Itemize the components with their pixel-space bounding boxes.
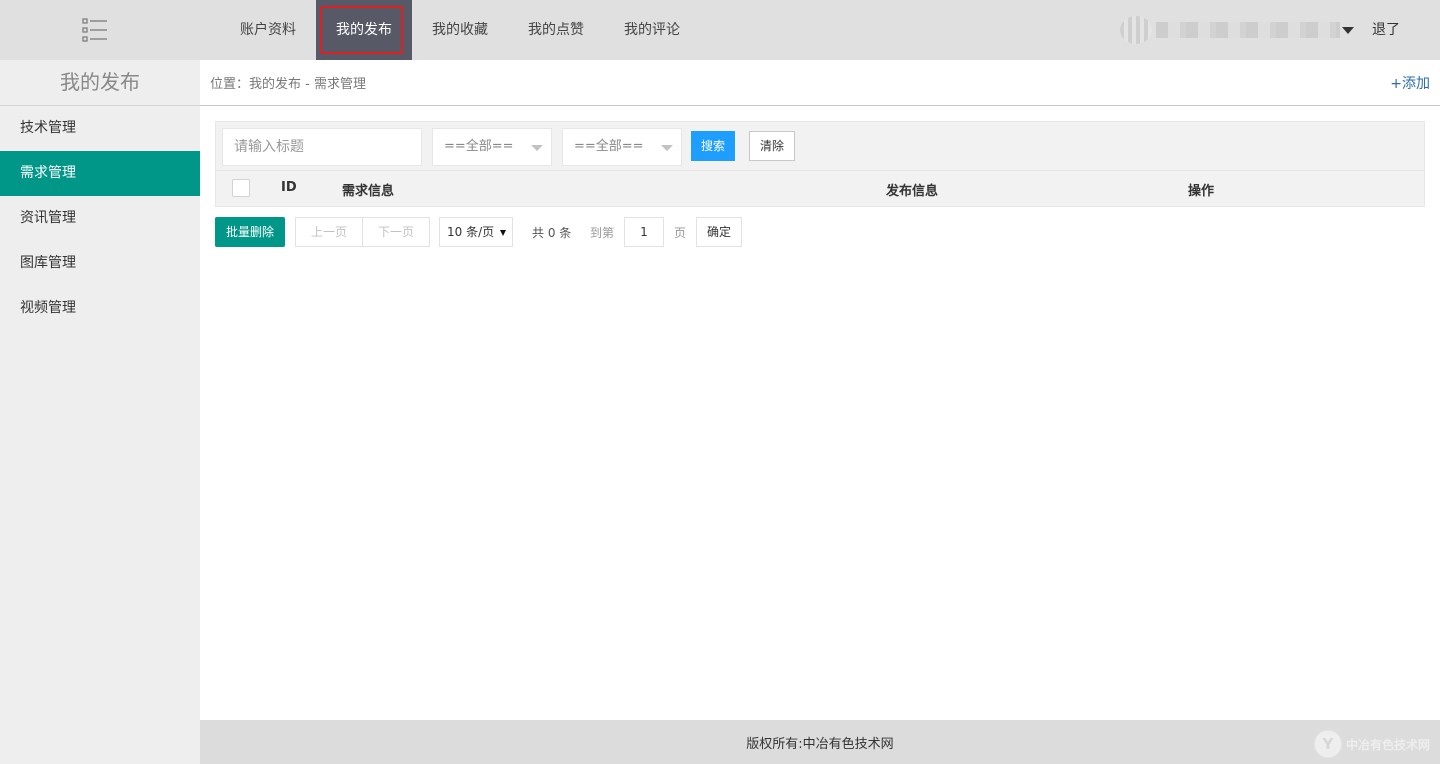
sidebar-item-video[interactable]: 视频管理 bbox=[0, 286, 200, 331]
copyright-text: 版权所有:中冶有色技术网 bbox=[746, 737, 894, 752]
table-header: ID 需求信息 发布信息 操作 bbox=[216, 170, 1424, 206]
batch-delete-button[interactable]: 批量删除 bbox=[215, 217, 285, 247]
menu-list-icon[interactable] bbox=[82, 17, 108, 43]
select-2-value: ==全部== bbox=[574, 139, 644, 154]
nav-my-posts[interactable]: 我的发布 bbox=[316, 0, 412, 60]
select-1-value: ==全部== bbox=[444, 139, 514, 154]
sidebar-item-news[interactable]: 资讯管理 bbox=[0, 196, 200, 241]
logout-link[interactable]: 退了 bbox=[1372, 20, 1400, 40]
watermark-text: 中冶有色技术网 bbox=[1345, 737, 1430, 752]
sidebar-title: 我的发布 bbox=[0, 60, 200, 106]
top-bar: 账户资料 我的发布 我的收藏 我的点赞 我的评论 退了 bbox=[0, 0, 1440, 60]
nav-account-profile[interactable]: 账户资料 bbox=[220, 0, 316, 60]
add-button[interactable]: +添加 bbox=[1390, 73, 1430, 93]
category-select-1[interactable]: ==全部== bbox=[432, 128, 552, 166]
confirm-page-button[interactable]: 确定 bbox=[696, 217, 742, 247]
watermark-logo-icon: Y bbox=[1313, 730, 1342, 758]
next-page-button[interactable]: 下一页 bbox=[362, 217, 430, 247]
goto-label: 到第 bbox=[590, 226, 615, 240]
page-size-value: 10 条/页 bbox=[447, 225, 495, 239]
username-blurred bbox=[1156, 22, 1340, 38]
column-actions: 操作 bbox=[1188, 184, 1215, 199]
caret-down-icon bbox=[500, 230, 506, 236]
dropdown-arrow-icon bbox=[531, 145, 543, 151]
nav-my-comments[interactable]: 我的评论 bbox=[604, 0, 700, 60]
pagination-bar: 批量删除 上一页 下一页 10 条/页 共 0 条 到第 1 页 确定 bbox=[215, 217, 815, 247]
column-id: ID bbox=[281, 180, 297, 195]
page-size-select[interactable]: 10 条/页 bbox=[439, 217, 513, 247]
sidebar-item-demand[interactable]: 需求管理 bbox=[0, 151, 200, 196]
watermark: Y 中冶有色技术网 bbox=[1313, 730, 1430, 758]
filter-table-panel: ==全部== ==全部== 搜索 清除 ID 需求信息 发布信息 操作 bbox=[215, 121, 1425, 207]
sidebar: 我的发布 技术管理 需求管理 资讯管理 图库管理 视频管理 bbox=[0, 60, 200, 764]
highlight-box bbox=[320, 6, 403, 54]
top-nav: 账户资料 我的发布 我的收藏 我的点赞 我的评论 bbox=[220, 0, 700, 60]
filter-row: ==全部== ==全部== 搜索 清除 bbox=[216, 122, 1424, 170]
category-select-2[interactable]: ==全部== bbox=[562, 128, 682, 166]
avatar bbox=[1120, 16, 1152, 44]
nav-my-likes[interactable]: 我的点赞 bbox=[508, 0, 604, 60]
footer: 版权所有:中冶有色技术网 Y 中冶有色技术网 bbox=[200, 720, 1440, 764]
total-count: 共 0 条 bbox=[532, 226, 572, 240]
caret-down-icon[interactable] bbox=[1342, 26, 1354, 34]
breadcrumb-bar: 位置：我的发布 - 需求管理 +添加 bbox=[200, 60, 1440, 106]
column-demand-info: 需求信息 bbox=[342, 184, 395, 199]
search-button[interactable]: 搜索 bbox=[691, 131, 735, 161]
dropdown-arrow-icon bbox=[661, 145, 673, 151]
sidebar-item-gallery[interactable]: 图库管理 bbox=[0, 241, 200, 286]
user-menu[interactable] bbox=[1120, 16, 1354, 44]
nav-my-favorites[interactable]: 我的收藏 bbox=[412, 0, 508, 60]
breadcrumb: 位置：我的发布 - 需求管理 bbox=[210, 77, 366, 92]
page-number-input[interactable]: 1 bbox=[624, 217, 664, 247]
title-search-input[interactable] bbox=[222, 128, 422, 166]
prev-page-button[interactable]: 上一页 bbox=[295, 217, 363, 247]
clear-button[interactable]: 清除 bbox=[749, 131, 795, 161]
sidebar-item-tech[interactable]: 技术管理 bbox=[0, 106, 200, 151]
select-all-checkbox[interactable] bbox=[232, 179, 250, 197]
column-publish-info: 发布信息 bbox=[886, 184, 939, 199]
page-unit-label: 页 bbox=[674, 226, 687, 240]
